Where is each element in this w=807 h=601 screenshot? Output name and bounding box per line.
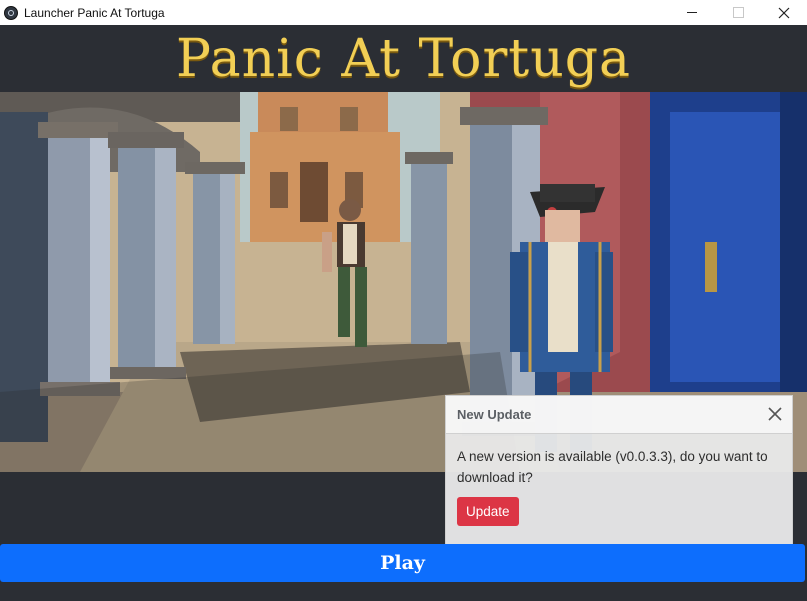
window-controls: [669, 0, 807, 25]
minimize-icon: [687, 12, 697, 13]
toast-header: New Update: [446, 396, 792, 434]
game-header: Panic At Tortuga: [0, 25, 807, 92]
update-button[interactable]: Update: [457, 497, 519, 526]
game-title: Panic At Tortuga: [176, 28, 631, 89]
close-button[interactable]: [761, 0, 807, 25]
update-toast: New Update A new version is available (v…: [445, 395, 793, 545]
electron-icon: [4, 5, 18, 20]
close-icon[interactable]: [766, 405, 784, 423]
window-title: Launcher Panic At Tortuga: [24, 5, 165, 20]
toast-message: A new version is available (v0.0.3.3), d…: [457, 449, 768, 485]
play-button[interactable]: Play: [0, 544, 805, 582]
toast-body: A new version is available (v0.0.3.3), d…: [446, 434, 792, 526]
toast-title: New Update: [457, 407, 532, 422]
maximize-button[interactable]: [715, 0, 761, 25]
minimize-button[interactable]: [669, 0, 715, 25]
launcher-window: Launcher Panic At Tortuga Panic At Tortu…: [0, 0, 807, 601]
title-bar[interactable]: Launcher Panic At Tortuga: [0, 0, 807, 25]
maximize-icon: [732, 7, 744, 18]
bottom-strip: [0, 582, 807, 601]
close-icon: [778, 7, 790, 18]
